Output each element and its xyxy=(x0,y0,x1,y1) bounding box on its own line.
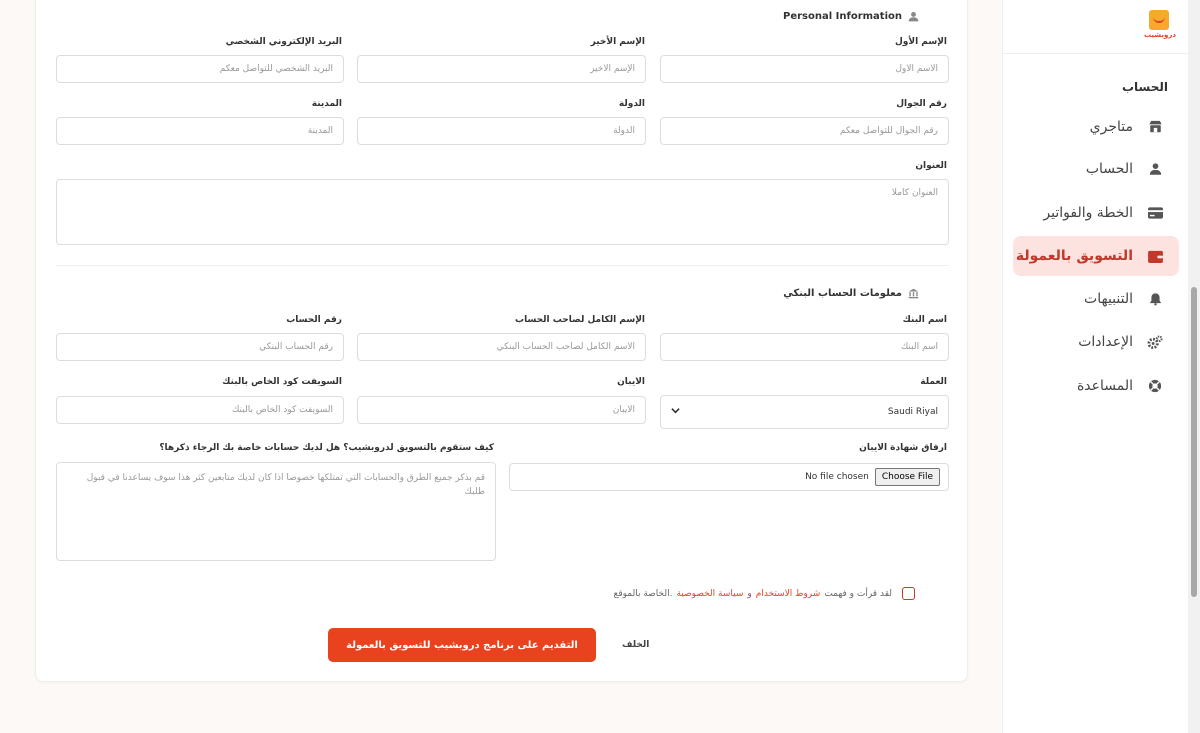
back-button[interactable]: الخلف xyxy=(622,640,649,650)
city-label: المدينة xyxy=(311,99,342,109)
wallet-icon xyxy=(1147,248,1163,264)
account-number-input[interactable] xyxy=(56,333,344,361)
section-divider xyxy=(56,265,949,266)
sidebar: دروبشيب الحساب متاجري الحساب الخطة والفو… xyxy=(1002,0,1188,733)
country-label: الدولة xyxy=(618,99,645,109)
submit-application-button[interactable]: التقديم على برنامج دروبشيب للتسويق بالعم… xyxy=(328,628,596,662)
email-label: البريد الإلكتروني الشخصي xyxy=(225,37,342,47)
file-status: No file chosen xyxy=(805,472,869,482)
last-name-input[interactable] xyxy=(357,55,646,83)
sidebar-item-settings[interactable]: الإعدادات xyxy=(1013,322,1179,362)
last-name-label: الإسم الأخير xyxy=(590,37,645,47)
lifebuoy-icon xyxy=(1147,378,1163,394)
sidebar-logo-area: دروبشيب xyxy=(1003,0,1188,54)
bank-name-input[interactable] xyxy=(660,333,949,361)
affiliate-form-card: Personal Information الإسم الأول الإسم ا… xyxy=(35,0,968,682)
currency-select[interactable]: Saudi Riyal xyxy=(660,395,949,429)
terms-of-use-link[interactable]: شروط الاستخدام xyxy=(756,589,821,599)
holder-name-input[interactable] xyxy=(357,333,646,361)
sidebar-item-notifications[interactable]: التنبيهات xyxy=(1013,279,1179,319)
bank-info-title: معلومات الحساب البنكي xyxy=(783,288,919,299)
choose-file-button[interactable]: Choose File xyxy=(874,468,940,486)
account-number-label: رقم الحساب xyxy=(286,315,342,325)
currency-label: العملة xyxy=(920,377,947,387)
phone-label: رقم الجوال xyxy=(896,99,947,109)
first-name-input[interactable] xyxy=(660,55,949,83)
bell-icon xyxy=(1147,291,1163,307)
sidebar-item-help[interactable]: المساعدة xyxy=(1013,366,1179,406)
terms-and: و xyxy=(747,588,752,599)
dropship-logo[interactable]: دروبشيب xyxy=(1144,10,1176,40)
iban-label: الايبان xyxy=(617,377,645,387)
bank-icon xyxy=(908,288,919,299)
address-label: العنوان xyxy=(915,161,947,171)
iban-cert-label: ارفاق شهادة الايبان xyxy=(859,443,947,453)
swift-label: السويفت كود الخاص بالبنك xyxy=(222,377,342,387)
terms-suffix: الخاصة بالموقع. xyxy=(613,588,673,599)
sidebar-item-plan-billing[interactable]: الخطة والفواتير xyxy=(1013,193,1179,233)
credit-card-icon xyxy=(1147,205,1163,221)
privacy-policy-link[interactable]: سياسة الخصوصية xyxy=(676,589,743,599)
iban-cert-file-input[interactable]: Choose File No file chosen xyxy=(509,463,949,491)
chevron-down-icon xyxy=(671,406,680,418)
swift-input[interactable] xyxy=(56,396,344,424)
iban-input[interactable] xyxy=(357,396,646,424)
country-input[interactable] xyxy=(357,117,646,145)
sidebar-scrollbar[interactable] xyxy=(1188,0,1200,733)
marketing-label: كيف ستقوم بالتسويق لدروبشيب؟ هل لديك حسا… xyxy=(159,443,494,453)
terms-row: لقد قرأت و فهمت شروط الاستخدام و سياسة ا… xyxy=(612,587,915,600)
sidebar-heading: الحساب xyxy=(1121,80,1168,94)
email-input[interactable] xyxy=(56,55,344,83)
bank-name-label: اسم البنك xyxy=(902,315,947,325)
store-icon xyxy=(1147,119,1163,135)
user-icon xyxy=(1147,161,1163,177)
sidebar-item-affiliate[interactable]: التسويق بالعمولة xyxy=(1013,236,1179,276)
sidebar-item-my-stores[interactable]: متاجري xyxy=(1013,107,1179,147)
personal-info-title: Personal Information xyxy=(783,11,919,22)
terms-prefix: لقد قرأت و فهمت xyxy=(824,588,892,599)
address-textarea[interactable] xyxy=(56,179,949,245)
first-name-label: الإسم الأول xyxy=(894,37,947,47)
marketing-textarea[interactable] xyxy=(56,462,496,561)
sidebar-item-account[interactable]: الحساب xyxy=(1013,149,1179,189)
user-icon xyxy=(908,11,919,22)
terms-checkbox[interactable] xyxy=(902,587,915,600)
currency-value: Saudi Riyal xyxy=(887,407,938,417)
scrollbar-thumb[interactable] xyxy=(1191,287,1197,597)
holder-name-label: الإسم الكامل لصاحب الحساب xyxy=(515,315,645,325)
phone-input[interactable] xyxy=(660,117,949,145)
gears-icon xyxy=(1147,334,1163,350)
city-input[interactable] xyxy=(56,117,344,145)
